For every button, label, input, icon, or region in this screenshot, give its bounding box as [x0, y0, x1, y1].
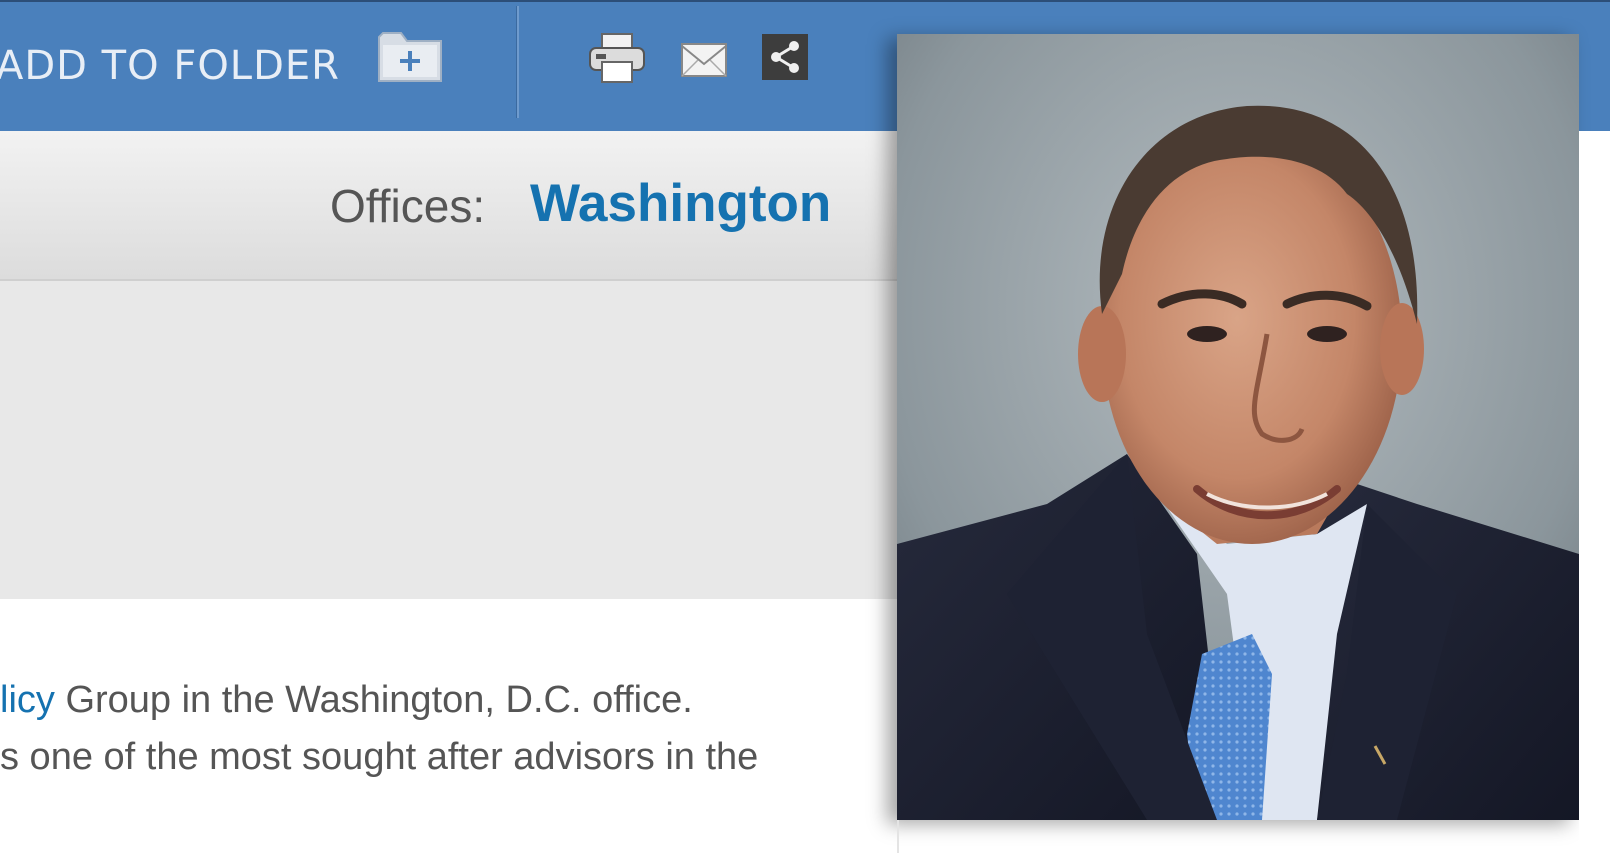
right-margin — [1579, 131, 1610, 853]
bio-line-2: s one of the most sought after advisors … — [0, 736, 759, 778]
offices-link-washington[interactable]: Washington — [530, 173, 831, 234]
portrait-photo — [897, 34, 1579, 820]
page: ADD TO FOLDER Offices: Washington licy G… — [0, 0, 1610, 853]
toolbar-divider — [516, 6, 519, 118]
add-to-folder-button[interactable]: ADD TO FOLDER — [0, 36, 340, 96]
add-folder-icon[interactable] — [375, 27, 445, 85]
practice-group-link[interactable]: licy — [0, 679, 55, 721]
email-icon[interactable] — [680, 40, 728, 80]
printer-icon[interactable] — [588, 32, 646, 84]
bio-line-1: licy Group in the Washington, D.C. offic… — [0, 672, 900, 729]
header-gray-area — [0, 281, 900, 599]
portrait-bottom-edge — [897, 820, 899, 853]
add-to-folder-label: ADD TO FOLDER — [0, 43, 340, 89]
bio-line-1-text: Group in the Washington, D.C. office. — [54, 679, 693, 721]
share-icon[interactable] — [762, 34, 808, 80]
bio-text: licy Group in the Washington, D.C. offic… — [0, 672, 900, 786]
portrait-image — [897, 34, 1579, 820]
offices-label: Offices: — [330, 180, 486, 232]
